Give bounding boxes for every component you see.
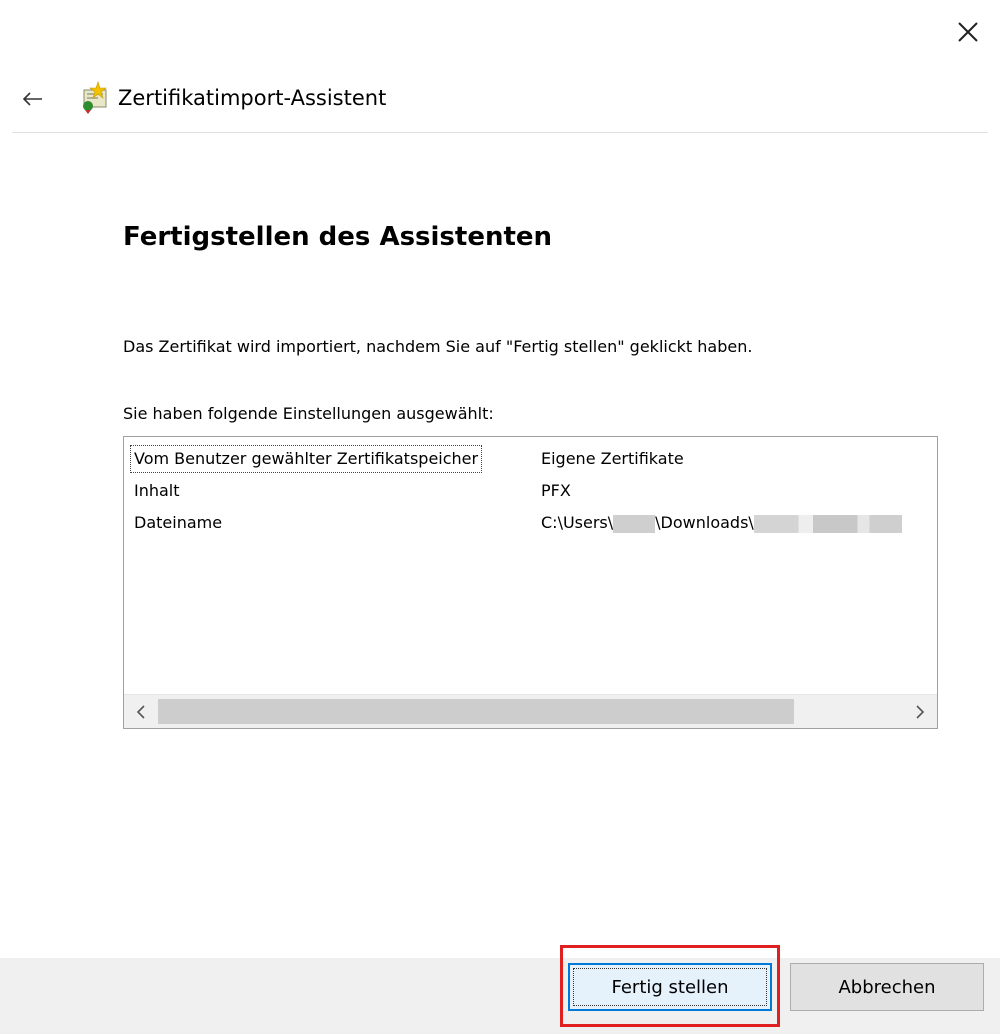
setting-value: Eigene Zertifikate <box>541 449 684 468</box>
wizard-header: Zertifikatimport-Assistent <box>0 66 1000 132</box>
description-text: Das Zertifikat wird importiert, nachdem … <box>123 337 753 356</box>
header-divider <box>12 132 988 133</box>
close-button[interactable] <box>948 14 988 50</box>
list-item[interactable]: Vom Benutzer gewählter Zertifikatspeiche… <box>124 445 937 473</box>
path-prefix: C:\Users\ <box>541 513 614 532</box>
path-downloads: \Downloads\ <box>655 513 754 532</box>
chevron-right-icon <box>916 704 925 719</box>
finish-button[interactable]: Fertig stellen <box>568 963 772 1011</box>
redacted-username <box>613 514 656 533</box>
scroll-thumb[interactable] <box>158 699 794 724</box>
page-title: Fertigstellen des Assistenten <box>123 222 553 252</box>
chevron-left-icon <box>136 704 145 719</box>
back-arrow-icon <box>23 92 42 106</box>
scroll-left-button[interactable] <box>124 695 158 728</box>
focus-rectangle <box>573 968 767 1006</box>
wizard-title: Zertifikatimport-Assistent <box>118 86 387 110</box>
horizontal-scrollbar[interactable] <box>124 694 937 728</box>
redacted-filename <box>753 514 902 533</box>
settings-list[interactable]: Vom Benutzer gewählter Zertifikatspeiche… <box>123 436 938 729</box>
back-button[interactable] <box>16 82 50 116</box>
setting-value: C:\Users\ \Downloads\ <box>541 509 902 537</box>
cancel-button[interactable]: Abbrechen <box>790 963 984 1011</box>
cancel-button-label: Abbrechen <box>838 976 936 998</box>
list-item[interactable]: Inhalt PFX <box>124 477 937 505</box>
setting-key: Dateiname <box>134 513 223 532</box>
setting-value: PFX <box>541 481 571 500</box>
setting-key: Inhalt <box>134 481 180 500</box>
certificate-wizard-icon <box>83 81 107 114</box>
list-item[interactable]: Dateiname C:\Users\ \Downloads\ <box>124 509 937 537</box>
close-icon <box>958 22 978 42</box>
scroll-right-button[interactable] <box>903 695 937 728</box>
setting-key: Vom Benutzer gewählter Zertifikatspeiche… <box>129 445 483 473</box>
settings-label: Sie haben folgende Einstellungen ausgewä… <box>123 404 494 423</box>
